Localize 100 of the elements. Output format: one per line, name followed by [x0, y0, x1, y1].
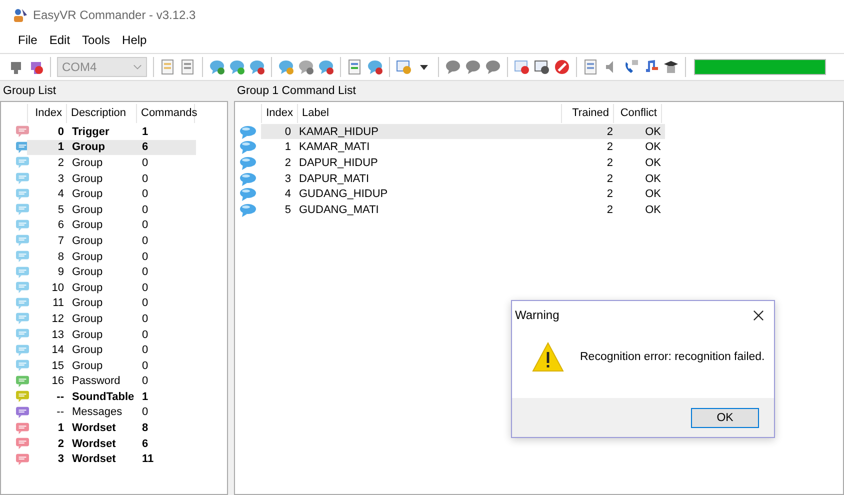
column-header[interactable]: Conflict	[614, 104, 662, 123]
table-cell-text: GUDANG_MATI	[298, 204, 380, 216]
list-row[interactable]: 16 Password 0	[27, 374, 196, 389]
table-cell-text: OK	[644, 156, 662, 169]
window-title: EasyVR Commander - v3.12.3	[33, 8, 196, 22]
speech-bubble-icon[interactable]	[485, 59, 501, 75]
column-header[interactable]: Trained	[562, 104, 614, 123]
stop-icon[interactable]	[554, 59, 570, 75]
list-row[interactable]: 13 Group 0	[27, 327, 196, 342]
column-header[interactable]: Index	[262, 104, 298, 123]
list-row[interactable]: 8 Group 0	[27, 249, 196, 264]
list-row[interactable]: 3 DAPUR_MATI 2 OK	[261, 171, 665, 186]
table-cell-text: DAPUR_MATI	[298, 172, 370, 185]
list-row[interactable]: 11 Group 0	[27, 296, 196, 311]
table-cell-text: 2	[606, 126, 614, 138]
list-row[interactable]: 4 Group 0	[27, 186, 196, 202]
table-cell-text: --	[56, 390, 65, 403]
list-row[interactable]: 2 Group 0	[27, 155, 196, 170]
table-cell-text: 6	[56, 219, 65, 232]
table-cell-text: 5	[284, 204, 292, 216]
menu-item[interactable]: Tools	[76, 33, 116, 47]
list-row[interactable]: 15 Group 0	[27, 358, 196, 374]
speech-bubble-icon[interactable]	[209, 59, 225, 75]
table-cell-text: 0	[141, 204, 150, 216]
table-cell-text: 3	[284, 172, 292, 185]
table-cell-text: 0	[141, 375, 150, 388]
table-cell-text: OK	[644, 126, 662, 138]
dialog-title: Warning	[515, 308, 560, 322]
list-row[interactable]: 10 Group 0	[27, 280, 196, 296]
table-cell-text: --	[56, 406, 65, 418]
table-cell-text: KAMAR_MATI	[298, 141, 371, 154]
list-row[interactable]: 6 Group 0	[27, 218, 196, 233]
table-cell-text: KAMAR_HIDUP	[298, 126, 380, 138]
list-row[interactable]: 1 KAMAR_MATI 2 OK	[261, 140, 665, 155]
list-row[interactable]: 1 Group 6	[27, 140, 196, 155]
table-cell-text: 0	[141, 406, 150, 418]
table-cell-text: Group	[71, 328, 104, 341]
table-cell-text: 0	[141, 328, 150, 341]
table-cell-text: OK	[644, 188, 662, 200]
table-cell-text: 3	[56, 453, 65, 466]
table-cell-text: Group	[71, 172, 104, 185]
column-header[interactable]: Index	[28, 104, 67, 123]
speech-bubble-icon[interactable]	[229, 59, 245, 75]
list-row[interactable]: 14 Group 0	[27, 342, 196, 358]
list-row[interactable]: 7 Group 0	[27, 233, 196, 248]
ok-button[interactable]: OK	[691, 408, 759, 428]
panel-header: Group 1 Command List	[236, 84, 356, 99]
table-cell-text: 1	[56, 141, 65, 154]
speech-bubble-icon[interactable]	[445, 59, 461, 75]
table-cell-text: Group	[71, 219, 104, 232]
table-cell-text: 4	[56, 188, 65, 200]
table-cell-text: Group	[71, 266, 104, 278]
speech-bubble-icon[interactable]	[465, 59, 481, 75]
graduation-cap-icon[interactable]	[663, 59, 679, 75]
column-header[interactable]: Description	[67, 104, 137, 123]
list-row[interactable]: 2 DAPUR_HIDUP 2 OK	[261, 155, 665, 170]
window-stop-icon[interactable]	[534, 59, 550, 75]
column-header[interactable]: Label	[298, 104, 562, 123]
table-cell-text: 2	[56, 156, 65, 169]
speech-bubble-icon[interactable]	[318, 59, 334, 75]
speech-bubble-icon[interactable]	[298, 59, 314, 75]
list-row[interactable]: 4 GUDANG_HIDUP 2 OK	[261, 186, 665, 202]
table-cell-text: OK	[644, 172, 662, 185]
list-row[interactable]: 3 Group 0	[27, 171, 196, 186]
table-cell-text: OK	[644, 204, 662, 216]
list-row[interactable]: 9 Group 0	[27, 264, 196, 280]
table-cell-text: 2	[606, 172, 614, 185]
menu-item[interactable]: Edit	[43, 33, 76, 47]
music-note-icon[interactable]	[643, 59, 659, 75]
table-cell-text: GUDANG_HIDUP	[298, 188, 389, 200]
window-stop-icon[interactable]	[514, 59, 530, 75]
app-logo-icon	[12, 7, 28, 23]
document-icon[interactable]	[583, 59, 599, 75]
speech-bubble-icon[interactable]	[278, 59, 294, 75]
table-cell-text: 0	[141, 172, 150, 185]
menu-item[interactable]: Help	[116, 33, 153, 47]
column-header[interactable]: Commands	[137, 104, 195, 123]
list-row[interactable]: 5 GUDANG_MATI 2 OK	[261, 202, 665, 218]
phone-icon[interactable]	[623, 59, 639, 75]
list-row[interactable]: -- SoundTable 1	[27, 389, 196, 404]
table-cell-text: 2	[284, 156, 292, 169]
table-cell-text: Group	[71, 297, 104, 310]
table-cell-text: DAPUR_HIDUP	[298, 156, 379, 169]
table-cell-text: Password	[71, 375, 122, 388]
list-row[interactable]: 3 Wordset 11	[27, 452, 196, 467]
list-row[interactable]: 2 Wordset 6	[27, 436, 196, 452]
table-cell-text: Group	[71, 250, 104, 263]
close-icon[interactable]	[753, 310, 764, 320]
list-row[interactable]: -- Messages 0	[27, 404, 196, 420]
table-cell-text: 6	[141, 438, 150, 450]
speech-bubble-icon[interactable]	[249, 59, 265, 75]
list-row[interactable]: 0 Trigger 1	[27, 124, 196, 140]
list-row[interactable]: 1 Wordset 8	[27, 420, 196, 436]
list-row[interactable]: 5 Group 0	[27, 202, 196, 218]
table-cell-text: 6	[141, 141, 150, 154]
table-cell-text: 3	[56, 172, 65, 185]
table-cell-text: 2	[56, 438, 65, 450]
list-row[interactable]: 0 KAMAR_HIDUP 2 OK	[261, 124, 665, 140]
menu-item[interactable]: File	[12, 33, 44, 47]
list-row[interactable]: 12 Group 0	[27, 311, 196, 326]
